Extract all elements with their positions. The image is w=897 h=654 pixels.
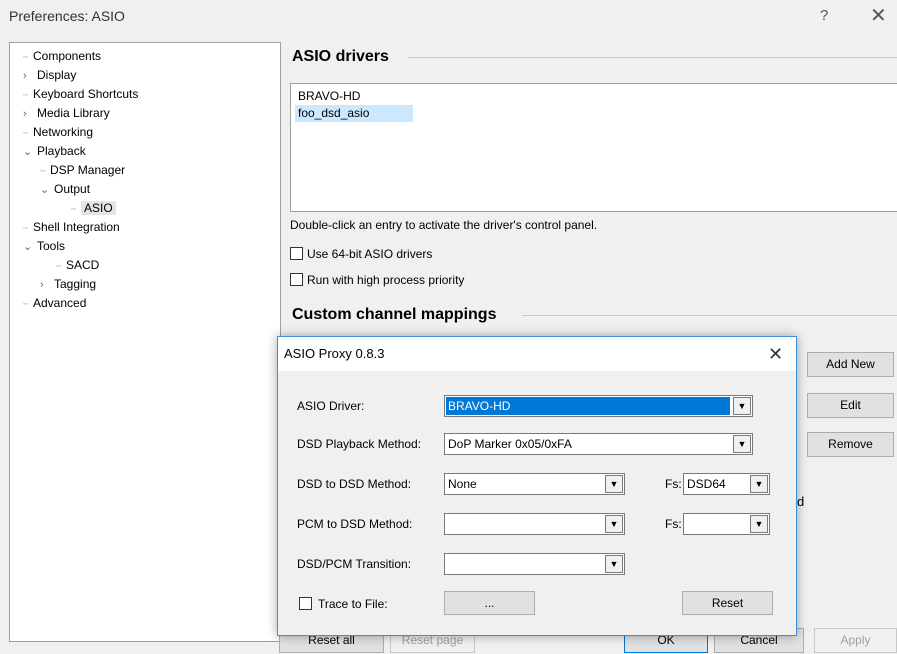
expand-chevron-icon[interactable]: › (40, 276, 54, 295)
pcm-fs-label: Fs: (665, 517, 682, 531)
preferences-tree[interactable]: ┄ Components › Display ┄ Keyboard Shortcuts… (9, 42, 281, 642)
pcm-to-dsd-label: PCM to DSD Method: (297, 517, 413, 531)
dsd-fs-label: Fs: (665, 477, 682, 491)
collapse-chevron-icon[interactable]: ⌄ (23, 238, 37, 257)
use-64bit-checkbox[interactable] (290, 247, 303, 261)
dialog-title: ASIO Proxy 0.8.3 (278, 337, 796, 371)
tree-connector: ┄ (40, 166, 46, 176)
tree-item-label: Shell Integration (33, 220, 120, 234)
tree-item-dsp-manager[interactable]: ┄ DSP Manager (40, 161, 125, 180)
dropdown-arrow-icon[interactable]: ▼ (750, 515, 768, 533)
tree-item-label: Advanced (33, 296, 87, 310)
tree-item-display[interactable]: › Display (23, 66, 76, 85)
help-button[interactable]: ? (820, 7, 828, 24)
driver-list-hint: Double-click an entry to activate the dr… (290, 218, 598, 232)
tree-item-label: ASIO (81, 201, 116, 215)
tree-item-playback[interactable]: ⌄ Playback (23, 142, 86, 161)
tree-item-label: SACD (66, 258, 100, 272)
driver-item-bravo-hd[interactable]: BRAVO-HD (295, 88, 363, 105)
dropdown-arrow-icon[interactable]: ▼ (605, 555, 623, 573)
playback-method-value: DoP Marker 0x05/0xFA (448, 437, 572, 451)
tree-connector: ┄ (23, 52, 29, 62)
transition-select[interactable]: ▼ (444, 553, 625, 575)
pcm-to-dsd-select[interactable]: ▼ (444, 513, 625, 535)
asio-driver-list[interactable]: BRAVO-HD foo_dsd_asio (290, 83, 897, 212)
edit-mapping-button[interactable]: Edit (807, 393, 894, 418)
expand-chevron-icon[interactable]: › (23, 105, 37, 124)
tree-item-label: Output (54, 182, 91, 196)
playback-method-select[interactable]: DoP Marker 0x05/0xFA ▼ (444, 433, 753, 455)
remove-mapping-button[interactable]: Remove (807, 432, 894, 457)
dropdown-arrow-icon[interactable]: ▼ (733, 397, 751, 415)
asio-drivers-heading: ASIO drivers (292, 48, 389, 65)
expand-chevron-icon[interactable]: › (23, 67, 37, 86)
tree-item-tools[interactable]: ⌄ Tools (23, 237, 65, 256)
trace-to-file-option[interactable]: Trace to File: (299, 594, 388, 614)
section-divider (408, 57, 897, 58)
tree-item-asio[interactable]: ┄ ASIO (71, 199, 116, 218)
tree-item-label: Tagging (54, 277, 97, 291)
tree-item-sacd[interactable]: ┄ SACD (56, 256, 99, 275)
use-64bit-option[interactable]: Use 64-bit ASIO drivers (290, 245, 432, 263)
tree-connector: ┄ (23, 90, 29, 100)
close-button[interactable]: ✕ (870, 3, 887, 28)
trace-to-file-checkbox[interactable] (299, 597, 312, 611)
tree-item-components[interactable]: ┄ Components (23, 47, 101, 66)
driver-item-foo-dsd-asio[interactable]: foo_dsd_asio (295, 105, 413, 122)
tree-item-label: Tools (37, 239, 66, 253)
dsd-to-dsd-label: DSD to DSD Method: (297, 477, 412, 491)
tree-connector: ┄ (23, 128, 29, 138)
window-title: Preferences: ASIO (9, 8, 125, 24)
tree-connector: ┄ (71, 204, 77, 214)
tree-item-label: Display (37, 68, 77, 82)
pcm-fs-select[interactable]: ▼ (683, 513, 770, 535)
tree-item-keyboard-shortcuts[interactable]: ┄ Keyboard Shortcuts (23, 85, 138, 104)
section-divider (522, 315, 897, 316)
high-priority-option[interactable]: Run with high process priority (290, 271, 464, 289)
dropdown-arrow-icon[interactable]: ▼ (605, 515, 623, 533)
asio-driver-select[interactable]: BRAVO-HD ▼ (444, 395, 753, 417)
tree-item-media-library[interactable]: › Media Library (23, 104, 110, 123)
tree-item-networking[interactable]: ┄ Networking (23, 123, 93, 142)
playback-method-label: DSD Playback Method: (297, 437, 422, 451)
asio-driver-value: BRAVO-HD (446, 397, 730, 415)
tree-item-shell-integration[interactable]: ┄ Shell Integration (23, 218, 120, 237)
tree-connector: ┄ (23, 299, 29, 309)
dialog-close-icon[interactable]: ✕ (768, 337, 783, 371)
tree-item-label: Keyboard Shortcuts (33, 87, 139, 101)
transition-label: DSD/PCM Transition: (297, 557, 412, 571)
apply-button: Apply (814, 628, 897, 653)
trace-to-file-label: Trace to File: (318, 597, 388, 611)
dropdown-arrow-icon[interactable]: ▼ (750, 475, 768, 493)
dropdown-arrow-icon[interactable]: ▼ (605, 475, 623, 493)
high-priority-checkbox[interactable] (290, 273, 303, 287)
tree-item-label: Components (33, 49, 102, 63)
tree-item-label: Media Library (37, 106, 110, 120)
use-64bit-label: Use 64-bit ASIO drivers (307, 247, 433, 261)
tree-item-label: Networking (33, 125, 94, 139)
high-priority-label: Run with high process priority (307, 273, 465, 287)
tree-item-label: DSP Manager (50, 163, 126, 177)
dropdown-arrow-icon[interactable]: ▼ (733, 435, 751, 453)
dsd-fs-select[interactable]: DSD64 ▼ (683, 473, 770, 495)
add-new-mapping-button[interactable]: Add New (807, 352, 894, 377)
tree-item-advanced[interactable]: ┄ Advanced (23, 294, 86, 313)
tree-item-tagging[interactable]: › Tagging (40, 275, 96, 294)
tree-connector: ┄ (23, 223, 29, 233)
channel-mappings-heading: Custom channel mappings (292, 306, 497, 323)
asio-proxy-dialog: ASIO Proxy 0.8.3 ✕ ASIO Driver: BRAVO-HD… (277, 336, 797, 636)
tree-item-output[interactable]: ⌄ Output (40, 180, 90, 199)
tree-item-label: Playback (37, 144, 86, 158)
partially-hidden-text: d (797, 494, 805, 509)
tree-connector: ┄ (56, 261, 62, 271)
dsd-to-dsd-value: None (448, 477, 477, 491)
collapse-chevron-icon[interactable]: ⌄ (40, 181, 54, 200)
dsd-to-dsd-select[interactable]: None ▼ (444, 473, 625, 495)
asio-driver-label: ASIO Driver: (297, 399, 365, 413)
collapse-chevron-icon[interactable]: ⌄ (23, 143, 37, 162)
browse-trace-file-button[interactable]: ... (444, 591, 535, 615)
dsd-fs-value: DSD64 (687, 477, 726, 491)
reset-dialog-button[interactable]: Reset (682, 591, 773, 615)
